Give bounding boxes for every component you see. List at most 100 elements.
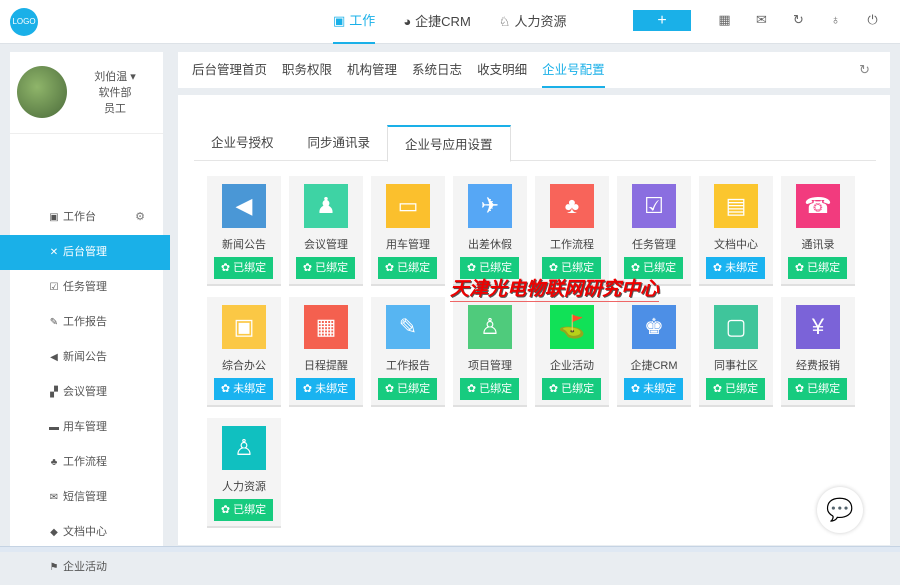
qrcode-icon[interactable]: ▦ <box>716 12 733 28</box>
top-nav-item[interactable]: ◕ 企捷CRM <box>403 0 470 44</box>
app-tile[interactable]: ♟ 会议管理 ✿ 已绑定 <box>289 176 363 286</box>
user-role: 员工 <box>104 103 126 115</box>
add-button[interactable]: + <box>633 10 691 31</box>
app-tile[interactable]: ⛳ 企业活动 ✿ 已绑定 <box>535 297 609 407</box>
menu-label: 任务管理 <box>63 281 107 293</box>
sidebar-item[interactable]: ◆ 文档中心 <box>0 515 170 550</box>
bind-status: 已绑定 <box>561 383 595 395</box>
app-tile[interactable]: ♙ 项目管理 ✿ 已绑定 <box>453 297 527 407</box>
gear-icon: ✿ <box>384 262 398 274</box>
menu-label: 工作报告 <box>63 316 107 328</box>
gear-icon: ✿ <box>220 262 234 274</box>
app-tile[interactable]: ▭ 用车管理 ✿ 已绑定 <box>371 176 445 286</box>
app-tile[interactable]: ▤ 文档中心 ✿ 未绑定 <box>699 176 773 286</box>
app-icon: ☑ <box>632 184 676 228</box>
top-nav-item[interactable]: ♘ 人力资源 <box>499 0 567 44</box>
bind-status-button[interactable]: ✿ 已绑定 <box>378 257 437 279</box>
sidebar-item[interactable]: ✉ 短信管理 <box>0 480 170 515</box>
menu-icon: ✕ <box>49 247 59 258</box>
app-tile[interactable]: ☑ 任务管理 ✿ 已绑定 <box>617 176 691 286</box>
bind-status-button[interactable]: ✿ 已绑定 <box>214 499 273 521</box>
app-tile[interactable]: ♙ 人力资源 ✿ 已绑定 <box>207 418 281 528</box>
bind-status: 已绑定 <box>725 383 759 395</box>
bind-status-button[interactable]: ✿ 未绑定 <box>214 378 273 400</box>
bulb-icon[interactable]: ♁ <box>827 12 844 28</box>
sidebar-item[interactable]: ▞ 会议管理 <box>0 375 170 410</box>
mail-icon[interactable]: ✉ <box>753 12 770 28</box>
gear-icon[interactable]: ⚙ <box>135 200 145 235</box>
app-tile[interactable]: ♚ 企捷CRM ✿ 未绑定 <box>617 297 691 407</box>
app-tile[interactable]: ▦ 日程提醒 ✿ 未绑定 <box>289 297 363 407</box>
app-tile[interactable]: ◀ 新闻公告 ✿ 已绑定 <box>207 176 281 286</box>
sidebar-item[interactable]: ▣ 工作台 ⚙ <box>0 200 170 235</box>
bind-status: 已绑定 <box>315 262 349 274</box>
app-name: 经费报销 <box>796 360 840 372</box>
sidebar-item[interactable]: ✕ 后台管理 <box>0 235 170 270</box>
gear-icon: ✿ <box>302 383 316 395</box>
menu-icon: ◆ <box>50 527 58 538</box>
refresh-icon[interactable]: ↻ <box>859 62 870 78</box>
bind-status-button[interactable]: ✿ 已绑定 <box>378 378 437 400</box>
app-tile[interactable]: ✈ 出差休假 ✿ 已绑定 <box>453 176 527 286</box>
bind-status-button[interactable]: ✿ 未绑定 <box>706 257 765 279</box>
app-tile[interactable]: ▢ 同事社区 ✿ 已绑定 <box>699 297 773 407</box>
tab[interactable]: 企业号授权 <box>194 125 291 160</box>
sidebar-item[interactable]: ⚑ 企业活动 <box>0 550 170 585</box>
app-icon: ¥ <box>796 305 840 349</box>
watermark: 天津光电物联网研究中心 <box>450 274 660 302</box>
bind-status: 已绑定 <box>233 262 267 274</box>
logo[interactable]: LOGO <box>10 8 38 36</box>
menu-label: 用车管理 <box>63 421 107 433</box>
sidebar-item[interactable]: ♣ 工作流程 <box>0 445 170 480</box>
app-name: 会议管理 <box>304 239 348 251</box>
bind-status-button[interactable]: ✿ 已绑定 <box>706 378 765 400</box>
tab-bar: 企业号授权 同步通讯录 企业号应用设置 <box>194 125 876 162</box>
app-tile[interactable]: ♣ 工作流程 ✿ 已绑定 <box>535 176 609 286</box>
sidebar-item[interactable]: ◀ 新闻公告 <box>0 340 170 375</box>
bind-status-button[interactable]: ✿ 未绑定 <box>624 378 683 400</box>
subnav-item[interactable]: 收支明细 <box>477 52 527 88</box>
app-tile[interactable]: ✎ 工作报告 ✿ 已绑定 <box>371 297 445 407</box>
bind-status: 已绑定 <box>561 262 595 274</box>
subnav-item[interactable]: 后台管理首页 <box>192 52 267 88</box>
bind-status: 未绑定 <box>643 383 677 395</box>
subnav-item[interactable]: 系统日志 <box>412 52 462 88</box>
gear-icon: ✿ <box>220 383 234 395</box>
bind-status: 已绑定 <box>643 262 677 274</box>
bind-status-button[interactable]: ✿ 未绑定 <box>296 378 355 400</box>
chat-icon[interactable]: 💬 <box>817 487 863 533</box>
bind-status-button[interactable]: ✿ 已绑定 <box>788 257 847 279</box>
subnav-item[interactable]: 企业号配置 <box>542 52 605 88</box>
bind-status-button[interactable]: ✿ 已绑定 <box>460 378 519 400</box>
power-icon[interactable]: ⏻ <box>864 12 881 28</box>
sidebar: 刘伯温 ▾ 软件部 员工 ▣ 工作台 ⚙ ✕ 后台管理 ☑ 任务管理 ✎ 工作报告 ◀ 新闻公告 ▞ 会… <box>0 52 170 573</box>
bind-status: 未绑定 <box>233 383 267 395</box>
avatar[interactable] <box>17 66 67 118</box>
app-name: 人力资源 <box>222 481 266 493</box>
refresh-icon[interactable]: ↻ <box>790 12 807 28</box>
app-tile[interactable]: ☎ 通讯录 ✿ 已绑定 <box>781 176 855 286</box>
menu-label: 工作流程 <box>63 456 107 468</box>
tab[interactable]: 企业号应用设置 <box>387 125 511 162</box>
app-icon: ✈ <box>468 184 512 228</box>
user-name[interactable]: 刘伯温 ▾ <box>80 69 150 85</box>
app-icon: ♟ <box>304 184 348 228</box>
app-tile[interactable]: ¥ 经费报销 ✿ 已绑定 <box>781 297 855 407</box>
nav-icon: ♘ <box>498 14 511 29</box>
bind-status: 已绑定 <box>807 383 841 395</box>
app-tile[interactable]: ▣ 综合办公 ✿ 未绑定 <box>207 297 281 407</box>
sidebar-item[interactable]: ▬ 用车管理 <box>0 410 170 445</box>
sub-nav: ↻ 后台管理首页 职务权限 机构管理 系统日志 收支明细 企业号配置 <box>178 52 890 88</box>
bind-status-button[interactable]: ✿ 已绑定 <box>788 378 847 400</box>
tab[interactable]: 同步通讯录 <box>291 125 388 160</box>
app-icon: ▢ <box>714 305 758 349</box>
bind-status-button[interactable]: ✿ 已绑定 <box>296 257 355 279</box>
app-name: 综合办公 <box>222 360 266 372</box>
bind-status-button[interactable]: ✿ 已绑定 <box>214 257 273 279</box>
subnav-item[interactable]: 机构管理 <box>347 52 397 88</box>
bind-status-button[interactable]: ✿ 已绑定 <box>542 378 601 400</box>
sidebar-item[interactable]: ✎ 工作报告 <box>0 305 170 340</box>
sidebar-item[interactable]: ☑ 任务管理 <box>0 270 170 305</box>
top-nav-item[interactable]: ▣ 工作 <box>333 0 376 44</box>
subnav-item[interactable]: 职务权限 <box>282 52 332 88</box>
